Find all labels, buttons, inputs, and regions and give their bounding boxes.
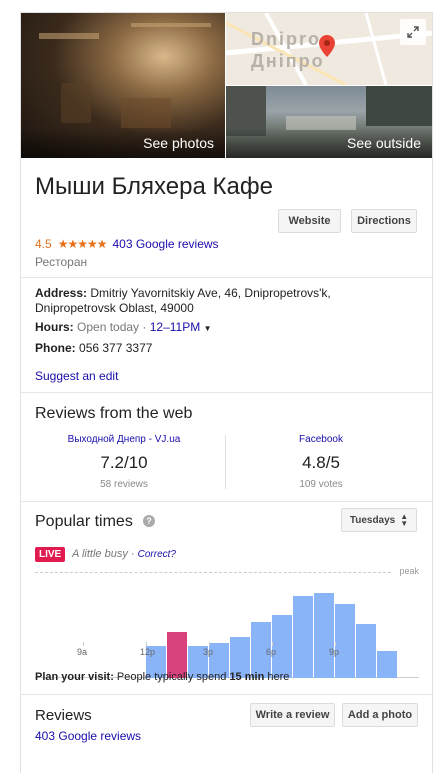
phone-row: Phone: 056 377 3377 bbox=[35, 341, 152, 356]
address-line-1: Dmitriy Yavornitskiy Ave, 46, Dnipropetr… bbox=[90, 286, 331, 300]
star-rating-icon: ★★★★★ bbox=[57, 237, 108, 251]
peak-line bbox=[35, 572, 391, 573]
suggest-edit-row: Suggest an edit bbox=[35, 369, 118, 384]
google-reviews-link[interactable]: 403 Google reviews bbox=[35, 729, 141, 743]
directions-button[interactable]: Directions bbox=[351, 209, 417, 233]
web-review-score: 4.8/5 bbox=[302, 453, 340, 472]
updown-arrow-icon: ▲ ▼ bbox=[400, 512, 409, 528]
photo-strip: See photos Dnipro Дніпро See outside bbox=[21, 13, 432, 158]
day-select-value: Tuesdays bbox=[349, 514, 396, 526]
web-review-source: Facebook 4.8/5 109 votes bbox=[226, 434, 416, 490]
web-review-source: Выходной Днепр - VJ.ua 7.2/10 58 reviews bbox=[29, 434, 219, 490]
hour-tick bbox=[83, 642, 84, 646]
map-pin-icon bbox=[319, 35, 335, 57]
hour-tick bbox=[272, 642, 273, 646]
rating-value: 4.5 bbox=[35, 237, 52, 251]
hour-bar[interactable] bbox=[314, 593, 334, 678]
popular-times-chart: peak bbox=[35, 566, 419, 678]
web-review-score: 7.2/10 bbox=[100, 453, 148, 472]
web-review-source-link[interactable]: Выходной Днепр - VJ.ua bbox=[68, 434, 181, 445]
hour-tick bbox=[335, 642, 336, 646]
busy-status: A little busy · Correct? bbox=[72, 548, 176, 560]
expand-icon bbox=[407, 26, 419, 38]
divider bbox=[21, 392, 432, 393]
hour-label: 12p bbox=[140, 647, 156, 657]
rating-row: 4.5 ★★★★★ 403 Google reviews bbox=[35, 237, 219, 251]
plan-label: Plan your visit: bbox=[35, 671, 114, 683]
see-outside-button[interactable]: See outside bbox=[226, 128, 432, 158]
web-review-source-link[interactable]: Facebook bbox=[299, 434, 343, 445]
plan-visit: Plan your visit: People typically spend … bbox=[35, 671, 289, 683]
address-line-2: Dnipropetrovsk Oblast, 49000 bbox=[35, 301, 194, 315]
plan-duration: 15 min bbox=[229, 671, 265, 683]
info-icon[interactable]: ? bbox=[143, 515, 155, 527]
place-category: Ресторан bbox=[35, 255, 88, 269]
hour-label: 3p bbox=[203, 647, 214, 657]
hours-value: 12–11PM bbox=[149, 320, 201, 334]
interior-photo[interactable]: See photos bbox=[21, 13, 225, 158]
divider bbox=[21, 277, 432, 278]
website-button[interactable]: Website bbox=[278, 209, 341, 233]
hour-bar[interactable] bbox=[356, 623, 376, 678]
web-review-count: 109 votes bbox=[299, 479, 343, 490]
plan-text-after: here bbox=[264, 671, 290, 683]
correct-link[interactable]: Correct? bbox=[138, 549, 176, 560]
hour-label: 9a bbox=[77, 647, 88, 657]
plan-text-before: People typically spend bbox=[113, 671, 230, 683]
hours-separator: · bbox=[139, 320, 150, 334]
address-block: Address: Dmitriy Yavornitskiy Ave, 46, D… bbox=[35, 286, 331, 316]
expand-map-button[interactable] bbox=[400, 19, 426, 45]
street-view-photo[interactable]: See outside bbox=[226, 86, 432, 158]
suggest-edit-link[interactable]: Suggest an edit bbox=[35, 369, 118, 383]
reviews-heading: Reviews bbox=[35, 707, 92, 724]
popular-times-heading: Popular times bbox=[35, 513, 133, 530]
phone-label: Phone: bbox=[35, 341, 76, 355]
peak-label: peak bbox=[399, 566, 419, 576]
google-reviews-link[interactable]: 403 Google reviews bbox=[112, 237, 218, 251]
hour-bar[interactable] bbox=[335, 603, 355, 678]
address-label: Address: bbox=[35, 286, 88, 300]
hours-row: Hours: Open today · 12–11PM ▼ bbox=[35, 320, 211, 336]
busy-text: A little busy bbox=[72, 548, 128, 560]
day-select[interactable]: Tuesdays ▲ ▼ bbox=[341, 508, 417, 532]
live-badge: LIVE bbox=[35, 547, 66, 562]
map-thumbnail[interactable]: Dnipro Дніпро bbox=[226, 13, 432, 85]
divider bbox=[21, 694, 432, 695]
hours-status: Open today bbox=[77, 320, 140, 334]
hour-bar[interactable] bbox=[377, 651, 397, 678]
hour-label: 6p bbox=[266, 647, 277, 657]
knowledge-panel: See photos Dnipro Дніпро See outside Мыш… bbox=[20, 12, 433, 773]
busy-separator: · bbox=[127, 548, 138, 560]
hour-tick bbox=[209, 642, 210, 646]
write-review-button[interactable]: Write a review bbox=[250, 703, 335, 727]
place-title: Мыши Бляхера Кафе bbox=[35, 173, 273, 200]
hour-tick bbox=[146, 642, 147, 646]
caret-down-icon: ▼ bbox=[203, 324, 212, 333]
hours-dropdown[interactable]: 12–11PM ▼ bbox=[150, 320, 212, 334]
phone-value[interactable]: 056 377 3377 bbox=[79, 341, 152, 355]
hour-bar[interactable] bbox=[293, 596, 313, 678]
map-label-cyrillic: Дніпро bbox=[251, 51, 325, 71]
hours-label: Hours: bbox=[35, 320, 74, 334]
see-photos-button[interactable]: See photos bbox=[21, 128, 225, 158]
web-reviews-heading: Reviews from the web bbox=[35, 405, 193, 422]
add-photo-button[interactable]: Add a photo bbox=[342, 703, 418, 727]
divider bbox=[21, 501, 432, 502]
web-review-count: 58 reviews bbox=[100, 479, 148, 490]
hour-label: 9p bbox=[329, 647, 340, 657]
map-label-latin: Dnipro bbox=[251, 29, 321, 49]
